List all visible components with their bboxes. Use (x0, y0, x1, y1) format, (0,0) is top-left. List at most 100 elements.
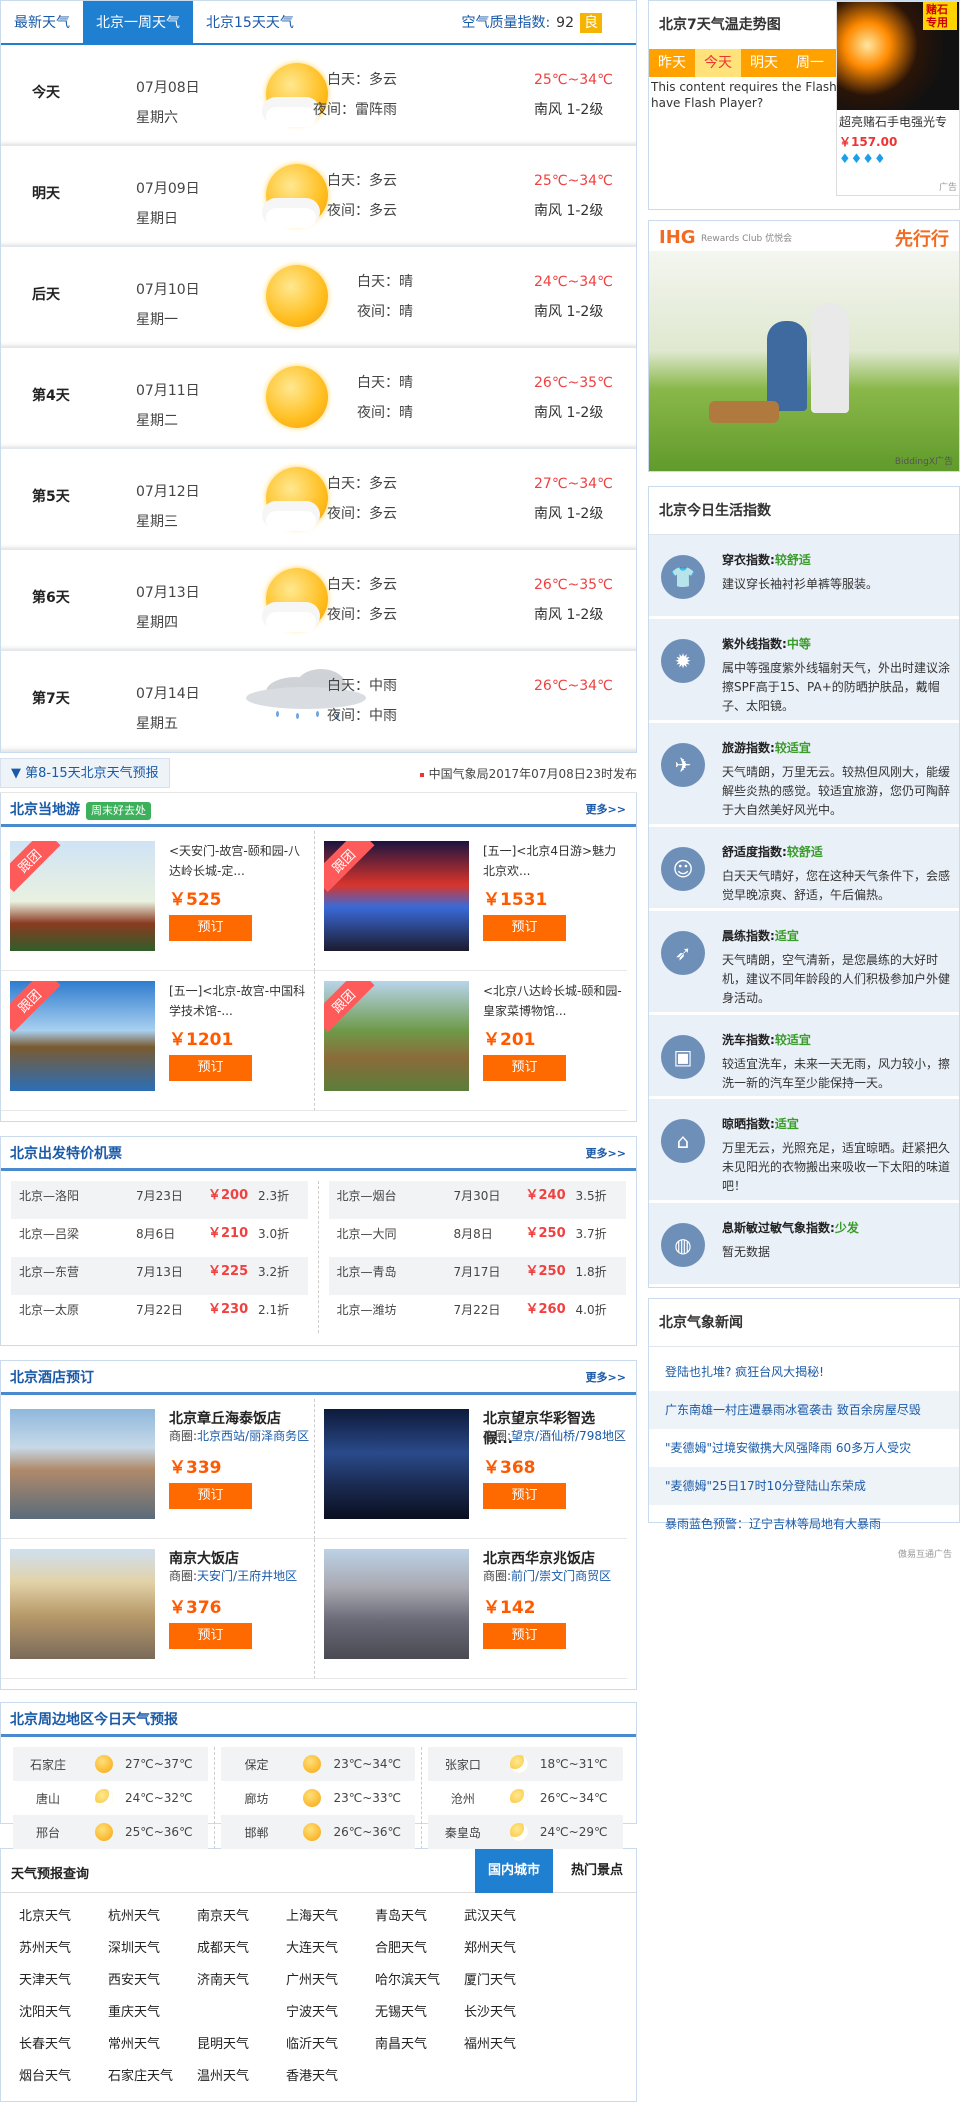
city-weather-link[interactable]: 大连天气 (286, 1933, 375, 1965)
surround-row[interactable]: 廊坊 23℃~33℃ (221, 1781, 414, 1815)
tab-week[interactable]: 北京一周天气 (83, 1, 193, 43)
tour-title[interactable]: [五一]<北京-故宫-中国科学技术馆-... (169, 981, 309, 1021)
hotel-area-link[interactable]: 北京西站/丽泽商务区 (197, 1429, 309, 1443)
hotel-card[interactable]: 北京望京华彩智选假... 商圈:望京/酒仙桥/798地区 ￥368 预订 (314, 1399, 627, 1539)
surround-city[interactable]: 邢台 (13, 1824, 83, 1841)
hotel-image[interactable] (324, 1409, 469, 1519)
city-weather-link[interactable]: 苏州天气 (19, 1933, 108, 1965)
hotel-name[interactable]: 南京大饭店 (169, 1549, 309, 1569)
city-weather-link[interactable]: 青岛天气 (375, 1901, 464, 1933)
flight-route[interactable]: 北京—吕梁 (11, 1219, 136, 1257)
surround-city[interactable]: 保定 (221, 1756, 291, 1773)
flashlight-ad[interactable]: 赌石专用 超亮赌石手电强光专 ￥157.00 ♦♦♦♦ 广告 (836, 1, 960, 196)
hotel-image[interactable] (10, 1549, 155, 1659)
tab-latest[interactable]: 最新天气 (1, 1, 83, 43)
surround-city[interactable]: 廊坊 (221, 1790, 291, 1807)
flight-row[interactable]: 北京—烟台 7月30日 ￥240 3.5折 (328, 1181, 626, 1219)
surround-row[interactable]: 邢台 25℃~36℃ (13, 1815, 209, 1849)
flight-row[interactable]: 北京—大同 8月8日 ￥250 3.7折 (329, 1219, 627, 1257)
city-weather-link[interactable]: 广州天气 (286, 1965, 375, 1997)
tours-more-link[interactable]: 更多>> (586, 793, 626, 827)
city-weather-link[interactable]: 南昌天气 (375, 2029, 464, 2061)
tour-card[interactable]: 跟团 <北京八达岭长城-颐和园-皇家菜博物馆... ￥201 预订 (314, 971, 627, 1111)
city-weather-link[interactable]: 长春天气 (19, 2029, 108, 2061)
news-link[interactable]: "麦德姆"过境安徽携大风强降雨 60多万人受灾 (649, 1429, 959, 1467)
city-weather-link[interactable]: 烟台天气 (19, 2061, 108, 2093)
surround-city[interactable]: 唐山 (13, 1790, 83, 1807)
surround-city[interactable]: 沧州 (428, 1790, 498, 1807)
hotel-book-button[interactable]: 预订 (483, 1483, 566, 1509)
city-weather-link[interactable]: 上海天气 (286, 1901, 375, 1933)
surround-row[interactable]: 沧州 26℃~34℃ (428, 1781, 623, 1815)
flight-route[interactable]: 北京—潍坊 (329, 1295, 454, 1333)
hotels-more-link[interactable]: 更多>> (586, 1361, 626, 1395)
tour-image[interactable]: 跟团 (324, 981, 469, 1091)
hotel-name[interactable]: 北京西华京兆饭店 (483, 1549, 623, 1569)
tour-card[interactable]: 跟团 <天安门-故宫-颐和园-八达岭长城-定... ￥525 预订 (1, 831, 314, 971)
hotel-area-link[interactable]: 望京/酒仙桥/798地区 (511, 1429, 626, 1443)
hotel-card[interactable]: 北京西华京兆饭店 商圈:前门/崇文门商贸区 ￥142 预订 (314, 1539, 627, 1679)
extended-forecast-link[interactable]: ▼ 第8-15天北京天气预报 (0, 758, 170, 788)
surround-row[interactable]: 张家口 18℃~31℃ (427, 1747, 624, 1781)
city-weather-link[interactable]: 北京天气 (19, 1901, 108, 1933)
tour-image[interactable]: 跟团 (10, 841, 155, 951)
tour-title[interactable]: <天安门-故宫-颐和园-八达岭长城-定... (169, 841, 309, 881)
flight-route[interactable]: 北京—烟台 (329, 1181, 454, 1219)
hotel-area-link[interactable]: 前门/崇文门商贸区 (511, 1569, 611, 1583)
surround-row[interactable]: 石家庄 27℃~37℃ (13, 1747, 209, 1781)
flight-row[interactable]: 北京—吕梁 8月6日 ￥210 3.0折 (11, 1219, 308, 1257)
city-weather-link[interactable]: 昆明天气 (197, 2029, 286, 2061)
tour-title[interactable]: [五一]<北京4日游>魅力北京欢... (483, 841, 623, 881)
surround-city[interactable]: 张家口 (428, 1756, 498, 1773)
flight-route[interactable]: 北京—太原 (11, 1295, 136, 1333)
city-weather-link[interactable]: 天津天气 (19, 1965, 108, 1997)
news-link[interactable]: 登陆也扎堆? 疯狂台风大揭秘! (649, 1353, 959, 1391)
news-link[interactable]: 暴雨蓝色预警：辽宁吉林等局地有大暴雨 (649, 1505, 959, 1543)
city-weather-link[interactable]: 温州天气 (197, 2061, 286, 2093)
tab-hot-spots[interactable]: 热门景点 (558, 1849, 636, 1893)
city-weather-link[interactable]: 武汉天气 (464, 1901, 553, 1933)
city-weather-link[interactable]: 西安天气 (108, 1965, 197, 1997)
surround-city[interactable]: 石家庄 (13, 1756, 83, 1773)
tour-card[interactable]: 跟团 [五一]<北京-故宫-中国科学技术馆-... ￥1201 预订 (1, 971, 314, 1111)
flight-row[interactable]: 北京—东营 7月13日 ￥225 3.2折 (11, 1257, 308, 1295)
city-weather-link[interactable]: 重庆天气 (108, 1997, 197, 2029)
tour-card[interactable]: 跟团 [五一]<北京4日游>魅力北京欢... ￥1531 预订 (314, 831, 627, 971)
flight-row[interactable]: 北京—青岛 7月17日 ￥250 1.8折 (328, 1257, 626, 1295)
city-weather-link[interactable]: 深圳天气 (108, 1933, 197, 1965)
tab-domestic-cities[interactable]: 国内城市 (474, 1849, 553, 1893)
trend-tab[interactable]: 周一 (787, 49, 833, 77)
hotel-book-button[interactable]: 预订 (169, 1483, 252, 1509)
tour-image[interactable]: 跟团 (10, 981, 155, 1091)
city-weather-link[interactable]: 合肥天气 (375, 1933, 464, 1965)
city-weather-link[interactable]: 沈阳天气 (19, 1997, 108, 2029)
city-weather-link[interactable]: 厦门天气 (464, 1965, 553, 1997)
city-weather-link[interactable]: 石家庄天气 (108, 2061, 197, 2093)
city-weather-link[interactable]: 郑州天气 (464, 1933, 553, 1965)
surround-city[interactable]: 邯郸 (221, 1824, 291, 1841)
hotel-card[interactable]: 南京大饭店 商圈:天安门/王府井地区 ￥376 预订 (1, 1539, 314, 1679)
city-weather-link[interactable]: 宁波天气 (286, 1997, 375, 2029)
trend-tab[interactable]: 昨天 (649, 49, 695, 77)
tab-15day[interactable]: 北京15天天气 (193, 1, 307, 43)
tour-book-button[interactable]: 预订 (483, 1055, 566, 1081)
city-weather-link[interactable]: 杭州天气 (108, 1901, 197, 1933)
trend-tab[interactable]: 今天 (695, 49, 741, 77)
aqi-indicator[interactable]: 空气质量指数: 92 良 (461, 1, 602, 45)
surround-row[interactable]: 保定 23℃~34℃ (221, 1747, 415, 1781)
surround-row[interactable]: 唐山 24℃~32℃ (13, 1781, 208, 1815)
ihg-ad[interactable]: IHG Rewards Club 优悦会 先行行 BiddingX广告 (648, 220, 960, 472)
city-weather-link[interactable]: 长沙天气 (464, 1997, 553, 2029)
city-weather-link[interactable]: 香港天气 (286, 2061, 375, 2093)
tour-title[interactable]: <北京八达岭长城-颐和园-皇家菜博物馆... (483, 981, 623, 1021)
city-weather-link[interactable]: 成都天气 (197, 1933, 286, 1965)
hotel-image[interactable] (324, 1549, 469, 1659)
hotel-name[interactable]: 北京章丘海泰饭店 (169, 1409, 309, 1429)
flight-row[interactable]: 北京—潍坊 7月22日 ￥260 4.0折 (329, 1295, 627, 1333)
city-weather-link[interactable]: 福州天气 (464, 2029, 553, 2061)
news-link[interactable]: "麦德姆"25日17时10分登陆山东荣成 (649, 1467, 959, 1505)
city-weather-link[interactable]: 常州天气 (108, 2029, 197, 2061)
flight-route[interactable]: 北京—青岛 (329, 1257, 454, 1295)
hotel-book-button[interactable]: 预订 (169, 1623, 252, 1649)
flights-more-link[interactable]: 更多>> (586, 1137, 626, 1171)
